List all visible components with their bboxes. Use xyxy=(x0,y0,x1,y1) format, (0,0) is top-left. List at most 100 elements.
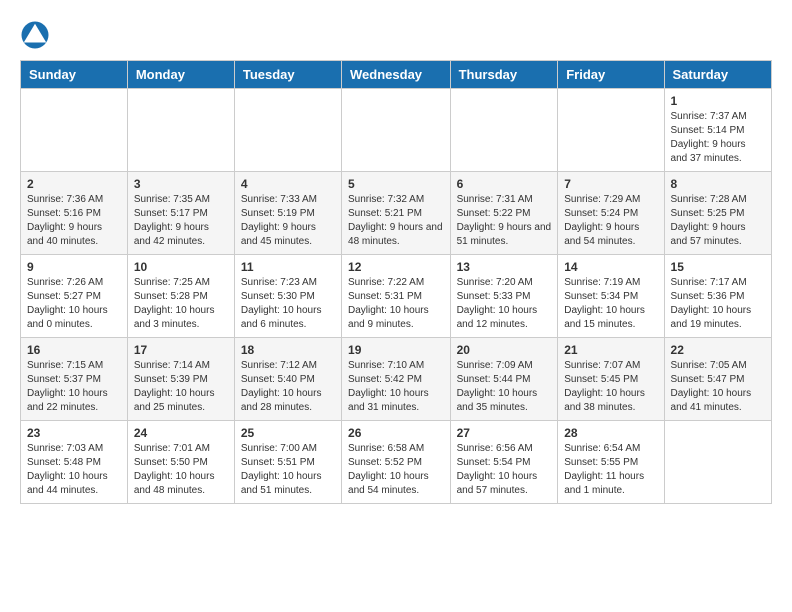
calendar-table: SundayMondayTuesdayWednesdayThursdayFrid… xyxy=(20,60,772,504)
day-info: Sunrise: 7:28 AM Sunset: 5:25 PM Dayligh… xyxy=(671,193,765,249)
calendar-cell: 19 Sunrise: 7:10 AM Sunset: 5:42 PM Dayli… xyxy=(342,338,451,421)
calendar-cell: 24 Sunrise: 7:01 AM Sunset: 5:50 PM Dayli… xyxy=(127,421,234,504)
calendar-cell: 5Sunrise: 7:32 AM Sunset: 5:21 PM Daylig… xyxy=(342,172,451,255)
calendar-week-row: 1 Sunrise: 7:37 AM Sunset: 5:14 PM Daylig… xyxy=(21,89,772,172)
day-number: 18 xyxy=(241,343,335,357)
day-number: 10 xyxy=(134,260,228,274)
day-number: 12 xyxy=(348,260,444,274)
calendar-cell xyxy=(127,89,234,172)
day-info: Sunrise: 7:01 AM Sunset: 5:50 PM Dayligh… xyxy=(134,442,228,498)
day-info: Sunrise: 7:23 AM Sunset: 5:30 PM Dayligh… xyxy=(241,276,335,332)
calendar-cell: 8 Sunrise: 7:28 AM Sunset: 5:25 PM Daylig… xyxy=(664,172,771,255)
calendar-cell xyxy=(342,89,451,172)
day-info: Sunrise: 7:00 AM Sunset: 5:51 PM Dayligh… xyxy=(241,442,335,498)
day-number: 13 xyxy=(457,260,552,274)
weekday-header: Thursday xyxy=(450,61,558,89)
day-number: 25 xyxy=(241,426,335,440)
page-header xyxy=(20,20,772,50)
day-info: Sunrise: 7:17 AM Sunset: 5:36 PM Dayligh… xyxy=(671,276,765,332)
day-info: Sunrise: 7:09 AM Sunset: 5:44 PM Dayligh… xyxy=(457,359,552,415)
day-number: 9 xyxy=(27,260,121,274)
day-info: Sunrise: 7:25 AM Sunset: 5:28 PM Dayligh… xyxy=(134,276,228,332)
day-number: 7 xyxy=(564,177,657,191)
calendar-cell: 3 Sunrise: 7:35 AM Sunset: 5:17 PM Daylig… xyxy=(127,172,234,255)
day-number: 8 xyxy=(671,177,765,191)
day-info: Sunrise: 6:54 AM Sunset: 5:55 PM Dayligh… xyxy=(564,442,657,498)
day-number: 15 xyxy=(671,260,765,274)
day-info: Sunrise: 7:26 AM Sunset: 5:27 PM Dayligh… xyxy=(27,276,121,332)
day-info: Sunrise: 7:35 AM Sunset: 5:17 PM Dayligh… xyxy=(134,193,228,249)
day-number: 6 xyxy=(457,177,552,191)
weekday-header: Friday xyxy=(558,61,664,89)
day-info: Sunrise: 6:56 AM Sunset: 5:54 PM Dayligh… xyxy=(457,442,552,498)
calendar-cell xyxy=(450,89,558,172)
calendar-cell xyxy=(664,421,771,504)
calendar-cell: 28 Sunrise: 6:54 AM Sunset: 5:55 PM Dayli… xyxy=(558,421,664,504)
calendar-week-row: 2 Sunrise: 7:36 AM Sunset: 5:16 PM Daylig… xyxy=(21,172,772,255)
calendar-cell: 13 Sunrise: 7:20 AM Sunset: 5:33 PM Dayli… xyxy=(450,255,558,338)
calendar-cell xyxy=(234,89,341,172)
day-info: Sunrise: 7:10 AM Sunset: 5:42 PM Dayligh… xyxy=(348,359,444,415)
day-number: 28 xyxy=(564,426,657,440)
day-info: Sunrise: 7:12 AM Sunset: 5:40 PM Dayligh… xyxy=(241,359,335,415)
day-number: 16 xyxy=(27,343,121,357)
calendar-cell: 22Sunrise: 7:05 AM Sunset: 5:47 PM Dayli… xyxy=(664,338,771,421)
calendar-cell: 6 Sunrise: 7:31 AM Sunset: 5:22 PM Daylig… xyxy=(450,172,558,255)
day-number: 4 xyxy=(241,177,335,191)
day-number: 2 xyxy=(27,177,121,191)
day-info: Sunrise: 7:33 AM Sunset: 5:19 PM Dayligh… xyxy=(241,193,335,249)
calendar-cell: 18 Sunrise: 7:12 AM Sunset: 5:40 PM Dayli… xyxy=(234,338,341,421)
day-number: 11 xyxy=(241,260,335,274)
calendar-cell: 7 Sunrise: 7:29 AM Sunset: 5:24 PM Daylig… xyxy=(558,172,664,255)
day-number: 1 xyxy=(671,94,765,108)
day-number: 3 xyxy=(134,177,228,191)
calendar-week-row: 9 Sunrise: 7:26 AM Sunset: 5:27 PM Daylig… xyxy=(21,255,772,338)
calendar-cell xyxy=(558,89,664,172)
logo xyxy=(20,20,54,50)
day-number: 20 xyxy=(457,343,552,357)
day-number: 14 xyxy=(564,260,657,274)
day-info: Sunrise: 7:37 AM Sunset: 5:14 PM Dayligh… xyxy=(671,110,765,166)
logo-icon xyxy=(20,20,50,50)
day-info: Sunrise: 7:29 AM Sunset: 5:24 PM Dayligh… xyxy=(564,193,657,249)
calendar-cell: 23 Sunrise: 7:03 AM Sunset: 5:48 PM Dayli… xyxy=(21,421,128,504)
calendar-cell: 9 Sunrise: 7:26 AM Sunset: 5:27 PM Daylig… xyxy=(21,255,128,338)
day-info: Sunrise: 7:31 AM Sunset: 5:22 PM Dayligh… xyxy=(457,193,552,249)
calendar-cell: 25 Sunrise: 7:00 AM Sunset: 5:51 PM Dayli… xyxy=(234,421,341,504)
day-info: Sunrise: 7:36 AM Sunset: 5:16 PM Dayligh… xyxy=(27,193,121,249)
day-number: 17 xyxy=(134,343,228,357)
day-number: 21 xyxy=(564,343,657,357)
day-info: Sunrise: 6:58 AM Sunset: 5:52 PM Dayligh… xyxy=(348,442,444,498)
calendar-cell: 27 Sunrise: 6:56 AM Sunset: 5:54 PM Dayli… xyxy=(450,421,558,504)
day-info: Sunrise: 7:19 AM Sunset: 5:34 PM Dayligh… xyxy=(564,276,657,332)
calendar-cell xyxy=(21,89,128,172)
calendar-cell: 21Sunrise: 7:07 AM Sunset: 5:45 PM Dayli… xyxy=(558,338,664,421)
calendar-cell: 12 Sunrise: 7:22 AM Sunset: 5:31 PM Dayli… xyxy=(342,255,451,338)
day-info: Sunrise: 7:14 AM Sunset: 5:39 PM Dayligh… xyxy=(134,359,228,415)
calendar-week-row: 16 Sunrise: 7:15 AM Sunset: 5:37 PM Dayli… xyxy=(21,338,772,421)
weekday-header: Sunday xyxy=(21,61,128,89)
calendar-cell: 1 Sunrise: 7:37 AM Sunset: 5:14 PM Daylig… xyxy=(664,89,771,172)
calendar-cell: 10 Sunrise: 7:25 AM Sunset: 5:28 PM Dayli… xyxy=(127,255,234,338)
calendar-cell: 15 Sunrise: 7:17 AM Sunset: 5:36 PM Dayli… xyxy=(664,255,771,338)
day-info: Sunrise: 7:20 AM Sunset: 5:33 PM Dayligh… xyxy=(457,276,552,332)
calendar-week-row: 23 Sunrise: 7:03 AM Sunset: 5:48 PM Dayli… xyxy=(21,421,772,504)
day-info: Sunrise: 7:22 AM Sunset: 5:31 PM Dayligh… xyxy=(348,276,444,332)
weekday-header: Saturday xyxy=(664,61,771,89)
day-number: 26 xyxy=(348,426,444,440)
calendar-cell: 2 Sunrise: 7:36 AM Sunset: 5:16 PM Daylig… xyxy=(21,172,128,255)
day-info: Sunrise: 7:15 AM Sunset: 5:37 PM Dayligh… xyxy=(27,359,121,415)
calendar-cell: 4 Sunrise: 7:33 AM Sunset: 5:19 PM Daylig… xyxy=(234,172,341,255)
calendar-cell: 11 Sunrise: 7:23 AM Sunset: 5:30 PM Dayli… xyxy=(234,255,341,338)
day-number: 23 xyxy=(27,426,121,440)
day-info: Sunrise: 7:05 AM Sunset: 5:47 PM Dayligh… xyxy=(671,359,765,415)
calendar-cell: 26 Sunrise: 6:58 AM Sunset: 5:52 PM Dayli… xyxy=(342,421,451,504)
calendar-cell: 17 Sunrise: 7:14 AM Sunset: 5:39 PM Dayli… xyxy=(127,338,234,421)
day-info: Sunrise: 7:03 AM Sunset: 5:48 PM Dayligh… xyxy=(27,442,121,498)
weekday-header: Monday xyxy=(127,61,234,89)
day-info: Sunrise: 7:32 AM Sunset: 5:21 PM Dayligh… xyxy=(348,193,444,249)
day-number: 19 xyxy=(348,343,444,357)
weekday-header: Tuesday xyxy=(234,61,341,89)
day-number: 24 xyxy=(134,426,228,440)
day-number: 27 xyxy=(457,426,552,440)
